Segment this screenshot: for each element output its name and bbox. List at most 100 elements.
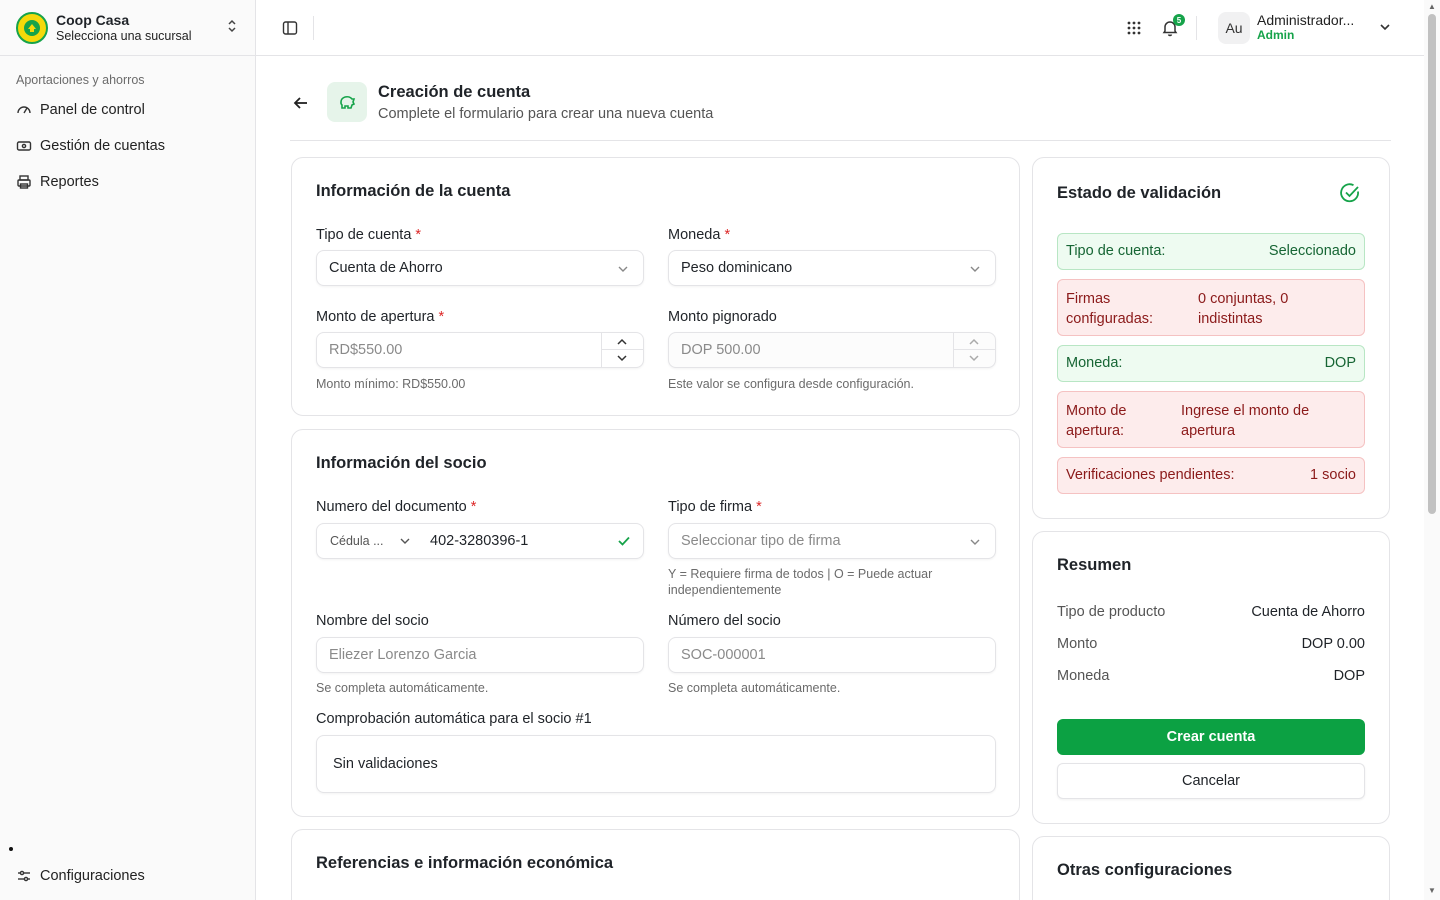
validation-row: Firmas configuradas: 0 conjuntas, 0 indi… bbox=[1057, 279, 1365, 336]
field-label: Número del socio bbox=[668, 613, 781, 629]
summary-value: Cuenta de Ahorro bbox=[1251, 604, 1365, 620]
help-text: Y = Requiere firma de todos | O = Puede … bbox=[668, 567, 933, 597]
scroll-up-icon[interactable]: ▲ bbox=[1428, 2, 1436, 11]
avatar[interactable]: Au bbox=[1218, 12, 1250, 44]
card-title: Información de la cuenta bbox=[316, 182, 511, 200]
scrollbar[interactable]: ▲ ▼ bbox=[1424, 0, 1440, 900]
select-placeholder: Seleccionar tipo de firma bbox=[681, 533, 841, 549]
chevron-up-icon[interactable] bbox=[616, 336, 628, 348]
currency-select[interactable]: Peso dominicano bbox=[668, 250, 996, 286]
arrow-left-icon[interactable] bbox=[292, 94, 310, 112]
card-title: Resumen bbox=[1057, 556, 1132, 574]
sidebar-item-configuraciones[interactable]: Configuraciones bbox=[0, 858, 255, 894]
user-name[interactable]: Administrador... bbox=[1257, 12, 1354, 28]
page-header: Creación de cuenta Complete el formulari… bbox=[290, 78, 1391, 141]
validation-value: DOP bbox=[1324, 355, 1356, 371]
topbar: 5 Au Administrador... Admin bbox=[256, 0, 1424, 56]
validation-row: Verificaciones pendientes: 1 socio bbox=[1057, 457, 1365, 494]
validation-label: Monto de apertura: bbox=[1066, 403, 1127, 439]
validation-row: Tipo de cuenta: Seleccionado bbox=[1057, 233, 1365, 270]
summary-value: DOP 0.00 bbox=[1301, 636, 1365, 652]
summary-row: Monto DOP 0.00 bbox=[1057, 636, 1365, 656]
document-input[interactable]: Cédula ... 402-3280396-1 bbox=[316, 523, 644, 559]
card-title: Otras configuraciones bbox=[1057, 861, 1233, 879]
chevron-up-icon bbox=[968, 336, 980, 348]
chevron-down-icon bbox=[399, 535, 411, 551]
help-text: Monto mínimo: RD$550.00 bbox=[316, 377, 466, 391]
document-value: 402-3280396-1 bbox=[430, 533, 529, 549]
chevron-down-icon[interactable] bbox=[1378, 20, 1392, 34]
circle-check-icon bbox=[1339, 182, 1361, 207]
summary-row: Moneda DOP bbox=[1057, 668, 1365, 688]
chevron-down-icon bbox=[969, 536, 981, 548]
summary-card: Resumen Tipo de producto Cuenta de Ahorr… bbox=[1032, 531, 1390, 824]
sidebar: Coop Casa Selecciona una sucursal Aporta… bbox=[0, 0, 256, 900]
opening-amount-input[interactable]: RD$550.00 bbox=[316, 332, 644, 368]
input-value: Eliezer Lorenzo Garcia bbox=[329, 647, 477, 663]
field-label: Moneda * bbox=[668, 227, 731, 243]
validation-value: Seleccionado bbox=[1268, 243, 1356, 259]
sidebar-item-label: Panel de control bbox=[40, 102, 145, 118]
input-placeholder: RD$550.00 bbox=[329, 342, 403, 358]
sidebar-section-label: Aportaciones y ahorros bbox=[16, 73, 145, 87]
card-title: Estado de validación bbox=[1057, 184, 1222, 202]
pledged-amount-input: DOP 500.00 bbox=[668, 332, 996, 368]
check-icon bbox=[617, 534, 631, 552]
field-label: Comprobación automática para el socio #1 bbox=[316, 711, 592, 727]
divider bbox=[1196, 16, 1197, 40]
validation-value: 0 conjuntas, 0 indistintas bbox=[1198, 291, 1289, 327]
user-role: Admin bbox=[1257, 28, 1295, 42]
select-value: Peso dominicano bbox=[681, 260, 793, 276]
chevron-down-icon bbox=[969, 263, 981, 275]
chevron-down-icon bbox=[968, 352, 980, 364]
sidebar-item-label: Reportes bbox=[40, 174, 99, 190]
page-subtitle: Complete el formulario para crear una nu… bbox=[378, 106, 714, 122]
sidebar-item-reportes[interactable]: Reportes bbox=[0, 164, 255, 200]
validation-row: Monto de apertura: Ingrese el monto de a… bbox=[1057, 391, 1365, 448]
auto-check-box: Sin validaciones bbox=[316, 735, 996, 793]
settings-icon bbox=[16, 868, 32, 884]
cancel-button[interactable]: Cancelar bbox=[1057, 763, 1365, 799]
summary-value: DOP bbox=[1333, 668, 1365, 684]
org-subtitle: Selecciona una sucursal bbox=[56, 28, 192, 43]
page-title: Creación de cuenta bbox=[378, 83, 531, 101]
banknote-icon bbox=[16, 138, 32, 154]
org-switcher[interactable]: Coop Casa Selecciona una sucursal bbox=[0, 0, 255, 56]
amount-stepper[interactable] bbox=[601, 333, 644, 367]
account-info-card: Información de la cuenta Tipo de cuenta … bbox=[291, 157, 1020, 416]
check-value: Sin validaciones bbox=[333, 756, 438, 772]
validation-label: Moneda: bbox=[1066, 355, 1123, 371]
divider bbox=[313, 16, 314, 40]
scroll-thumb[interactable] bbox=[1428, 14, 1436, 514]
card-title: Información del socio bbox=[316, 454, 487, 472]
summary-key: Monto bbox=[1057, 636, 1098, 652]
org-logo bbox=[16, 11, 48, 44]
scroll-down-icon[interactable]: ▼ bbox=[1428, 886, 1436, 895]
other-settings-card: Otras configuraciones bbox=[1032, 836, 1390, 900]
field-label: Monto pignorado bbox=[668, 309, 777, 325]
document-type-select[interactable]: Cédula ... bbox=[330, 534, 384, 548]
sidebar-item-panel[interactable]: Panel de control bbox=[0, 92, 255, 128]
validation-row: Moneda: DOP bbox=[1057, 345, 1365, 382]
validation-value: Ingrese el monto de apertura bbox=[1181, 403, 1310, 439]
field-label: Nombre del socio bbox=[316, 613, 429, 629]
gauge-icon bbox=[16, 102, 32, 118]
field-label: Monto de apertura * bbox=[316, 309, 445, 325]
chevron-down-icon bbox=[617, 263, 629, 275]
partner-info-card: Información del socio Numero del documen… bbox=[291, 429, 1020, 817]
card-title: Referencias e información económica bbox=[316, 854, 614, 872]
references-card: Referencias e información económica bbox=[291, 829, 1020, 900]
validation-label: Verificaciones pendientes: bbox=[1066, 467, 1235, 483]
account-type-select[interactable]: Cuenta de Ahorro bbox=[316, 250, 644, 286]
sidebar-item-cuentas[interactable]: Gestión de cuentas bbox=[0, 128, 255, 164]
field-label: Tipo de cuenta * bbox=[316, 227, 422, 243]
chevron-down-icon[interactable] bbox=[616, 352, 628, 364]
create-account-button[interactable]: Crear cuenta bbox=[1057, 719, 1365, 755]
notification-badge: 5 bbox=[1173, 14, 1185, 26]
field-label: Tipo de firma * bbox=[668, 499, 762, 515]
sidebar-toggle-icon[interactable] bbox=[282, 20, 298, 36]
apps-grid-icon[interactable] bbox=[1126, 20, 1142, 36]
org-name: Coop Casa bbox=[56, 11, 130, 28]
signature-type-select[interactable]: Seleccionar tipo de firma bbox=[668, 523, 996, 559]
validation-label: Tipo de cuenta: bbox=[1066, 243, 1166, 259]
